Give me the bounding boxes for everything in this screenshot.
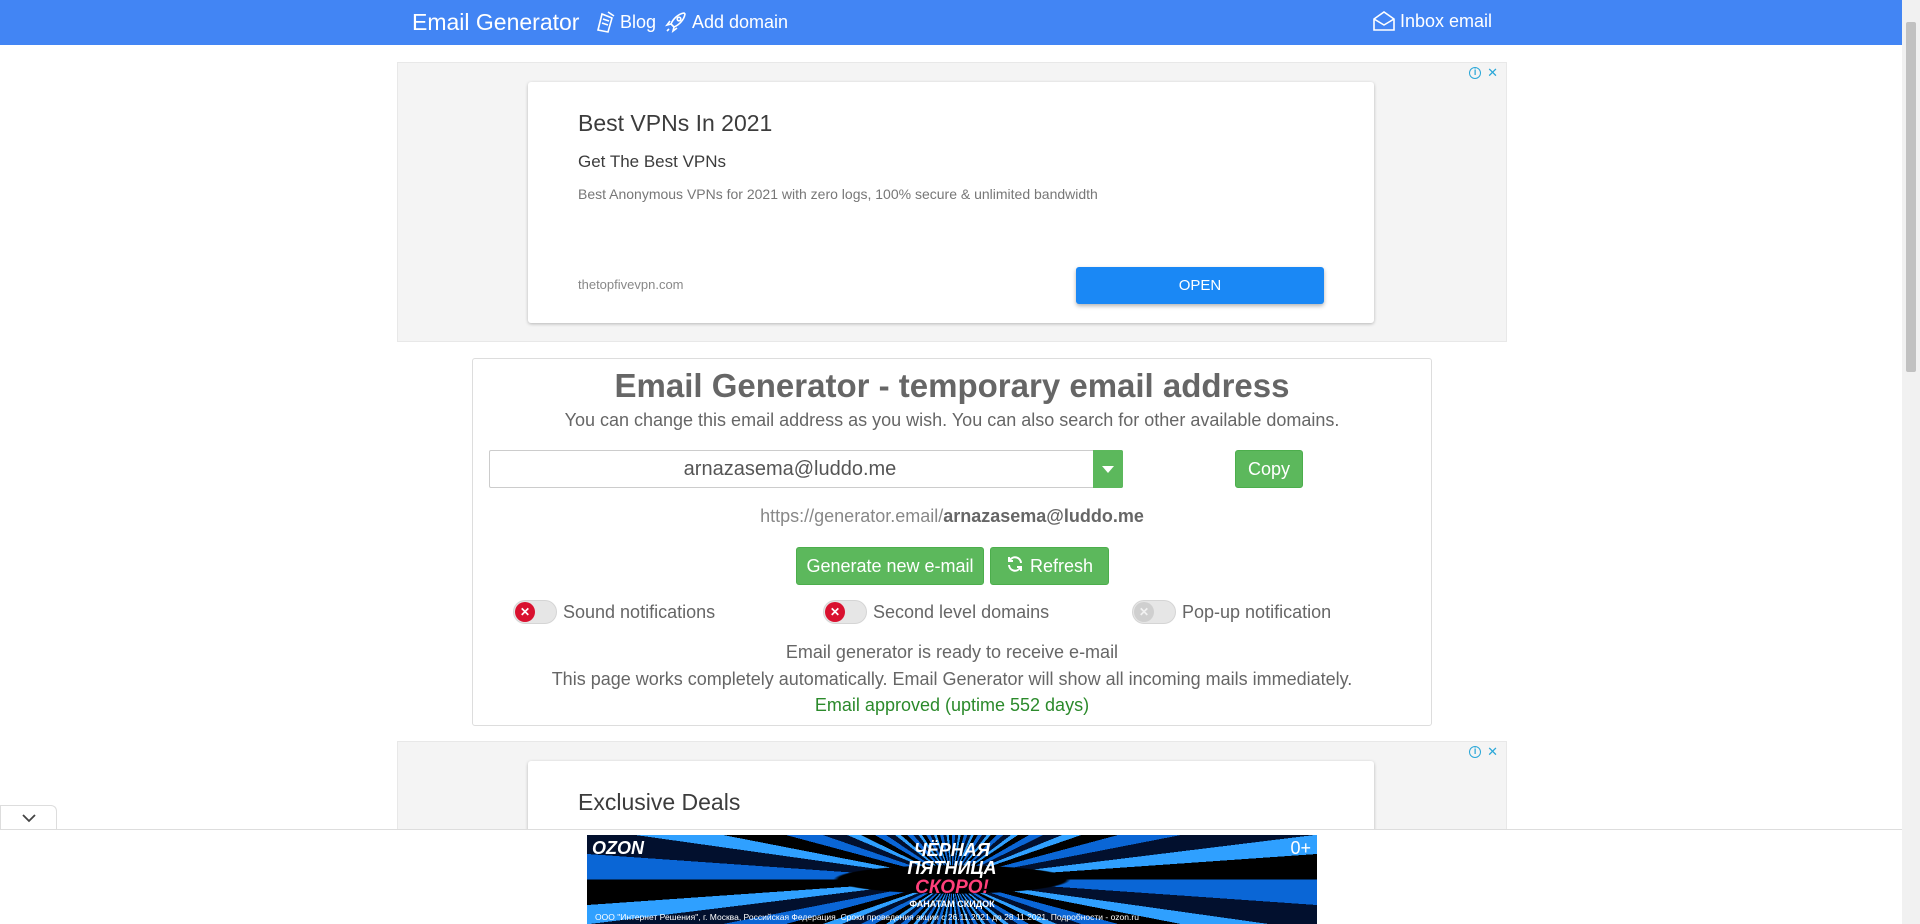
toggle-sound-notifications[interactable]: ✕ Sound notifications bbox=[513, 600, 715, 624]
ad-choices[interactable]: i ✕ bbox=[1469, 65, 1498, 81]
toggle-label: Pop-up notification bbox=[1182, 601, 1332, 622]
rocket-icon bbox=[664, 10, 688, 34]
page-subtitle: You can change this email address as you… bbox=[564, 410, 1340, 430]
copy-button[interactable]: Copy bbox=[1235, 450, 1303, 488]
ad-choices[interactable]: i ✕ bbox=[1469, 744, 1498, 760]
refresh-button[interactable]: Refresh bbox=[990, 547, 1109, 585]
nav-add-domain-label: Add domain bbox=[692, 11, 789, 32]
toggle-label: Sound notifications bbox=[563, 601, 716, 622]
popup-switch[interactable]: ✕ bbox=[1132, 600, 1176, 624]
ad-domain: thetopfivevpn.com bbox=[578, 277, 684, 292]
x-icon: ✕ bbox=[825, 602, 845, 622]
ozon-headline-1: ЧЁРНАЯ bbox=[914, 840, 990, 860]
x-icon: ✕ bbox=[1134, 602, 1154, 622]
close-icon[interactable]: ✕ bbox=[1487, 65, 1498, 81]
chevron-down-icon bbox=[21, 814, 36, 823]
close-icon[interactable]: ✕ bbox=[1487, 744, 1498, 760]
toggle-label: Second level domains bbox=[873, 601, 1050, 622]
page-title: Email Generator - temporary email addres… bbox=[614, 367, 1290, 404]
email-input[interactable] bbox=[490, 451, 1090, 487]
envelope-icon bbox=[1372, 10, 1396, 32]
ozon-soon: СКОРО! bbox=[915, 877, 989, 898]
nav-blog-label: Blog bbox=[620, 11, 657, 32]
info-icon[interactable]: i bbox=[1469, 67, 1482, 79]
nav-inbox-label: Inbox email bbox=[1400, 10, 1493, 31]
x-icon: ✕ bbox=[515, 602, 535, 622]
nav-inbox-link[interactable]: Inbox email bbox=[1372, 10, 1492, 32]
blog-icon bbox=[594, 10, 616, 34]
email-combobox bbox=[489, 450, 1123, 488]
info-icon[interactable]: i bbox=[1469, 746, 1482, 758]
email-url[interactable]: https://generator.email/arnazasema@luddo… bbox=[473, 506, 1431, 527]
ad-banner-bottom: i ✕ Exclusive Deals bbox=[397, 741, 1507, 841]
ad-banner-top: i ✕ Best VPNs In 2021 Get The Best VPNs … bbox=[397, 62, 1507, 342]
url-email: arnazasema@luddo.me bbox=[943, 506, 1144, 526]
ad-open-button[interactable]: OPEN bbox=[1076, 267, 1324, 304]
ozon-banner[interactable]: OZON 0+ ЧЁРНАЯ ПЯТНИЦА СКОРО! ФАНАТАМ СК… bbox=[587, 835, 1317, 924]
ad-title: Best VPNs In 2021 bbox=[578, 110, 773, 136]
ad-title: Exclusive Deals bbox=[578, 789, 741, 815]
status-auto: This page works completely automatically… bbox=[551, 669, 1353, 689]
ad-subtitle: Get The Best VPNs bbox=[578, 152, 727, 171]
collapse-banner-button[interactable] bbox=[0, 805, 57, 830]
toggle-second-level-domains[interactable]: ✕ Second level domains bbox=[823, 600, 1049, 624]
email-generator-card: Email Generator - temporary email addres… bbox=[472, 358, 1432, 726]
brand-link[interactable]: Email Generator bbox=[412, 9, 579, 36]
nav-blog-link[interactable]: Blog bbox=[594, 10, 656, 34]
sound-switch[interactable]: ✕ bbox=[513, 600, 557, 624]
toggle-popup-notification[interactable]: ✕ Pop-up notification bbox=[1132, 600, 1331, 624]
nav-add-domain-link[interactable]: Add domain bbox=[664, 10, 788, 34]
caret-down-icon bbox=[1102, 465, 1114, 473]
scrollbar-thumb[interactable] bbox=[1906, 22, 1916, 372]
ozon-headline-2: ПЯТНИЦА bbox=[907, 858, 997, 878]
generate-email-button[interactable]: Generate new e-mail bbox=[796, 547, 984, 585]
ad-description: Best Anonymous VPNs for 2021 with zero l… bbox=[578, 186, 1098, 202]
ad-card[interactable]: Best VPNs In 2021 Get The Best VPNs Best… bbox=[528, 82, 1374, 323]
ozon-headline: ЧЁРНАЯ ПЯТНИЦА СКОРО! ФАНАТАМ СКИДОК bbox=[587, 841, 1317, 909]
domain-dropdown-button[interactable] bbox=[1093, 450, 1123, 488]
url-prefix: https://generator.email/ bbox=[760, 506, 944, 526]
top-navbar: Email Generator Blog Add domain Inbox em… bbox=[0, 0, 1902, 45]
status-approved: Email approved (uptime 552 days) bbox=[814, 695, 1090, 715]
status-ready: Email generator is ready to receive e-ma… bbox=[785, 642, 1119, 662]
refresh-icon bbox=[1006, 555, 1024, 578]
refresh-label: Refresh bbox=[1029, 555, 1094, 576]
page-scrollbar[interactable] bbox=[1902, 0, 1920, 924]
second-level-switch[interactable]: ✕ bbox=[823, 600, 867, 624]
ozon-legal: ООО "Интернет Решения", г. Москва, Росси… bbox=[595, 912, 1139, 922]
ozon-fans: ФАНАТАМ СКИДОК bbox=[909, 899, 995, 909]
